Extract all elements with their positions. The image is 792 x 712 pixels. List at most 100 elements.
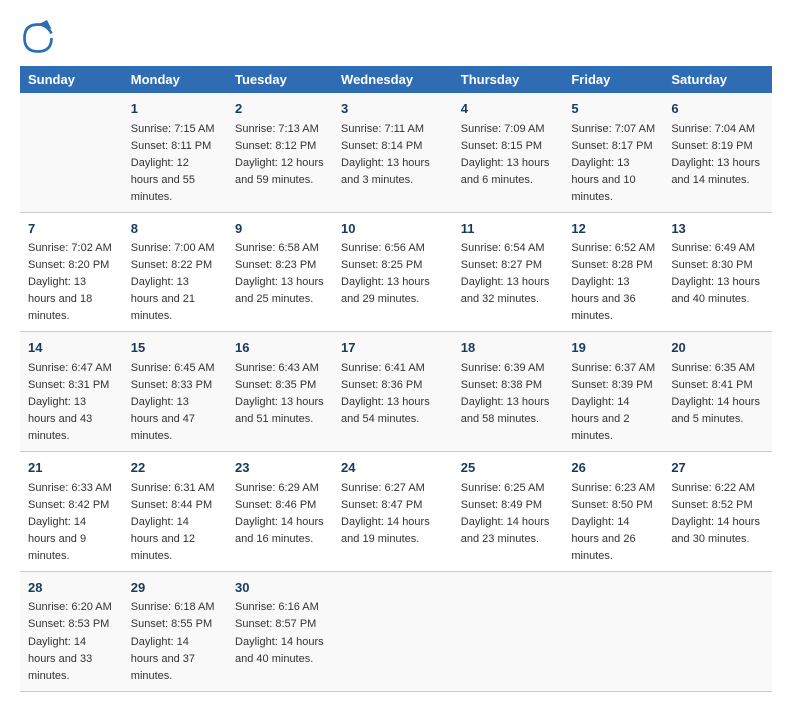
day-number: 10	[341, 219, 445, 239]
calendar-cell: 18Sunrise: 6:39 AMSunset: 8:38 PMDayligh…	[453, 332, 564, 452]
day-number: 7	[28, 219, 115, 239]
calendar-cell: 9Sunrise: 6:58 AMSunset: 8:23 PMDaylight…	[227, 212, 333, 332]
day-info: Sunrise: 6:27 AMSunset: 8:47 PMDaylight:…	[341, 480, 445, 548]
calendar-cell: 11Sunrise: 6:54 AMSunset: 8:27 PMDayligh…	[453, 212, 564, 332]
day-info: Sunrise: 6:39 AMSunset: 8:38 PMDaylight:…	[461, 360, 556, 428]
calendar-cell: 28Sunrise: 6:20 AMSunset: 8:53 PMDayligh…	[20, 571, 123, 691]
calendar-cell: 6Sunrise: 7:04 AMSunset: 8:19 PMDaylight…	[663, 93, 772, 212]
calendar-cell: 26Sunrise: 6:23 AMSunset: 8:50 PMDayligh…	[563, 452, 663, 572]
calendar-table: SundayMondayTuesdayWednesdayThursdayFrid…	[20, 66, 772, 692]
day-info: Sunrise: 6:18 AMSunset: 8:55 PMDaylight:…	[131, 599, 219, 684]
day-info: Sunrise: 6:54 AMSunset: 8:27 PMDaylight:…	[461, 240, 556, 308]
calendar-week-row: 21Sunrise: 6:33 AMSunset: 8:42 PMDayligh…	[20, 452, 772, 572]
day-number: 22	[131, 458, 219, 478]
day-number: 26	[571, 458, 655, 478]
day-info: Sunrise: 7:02 AMSunset: 8:20 PMDaylight:…	[28, 240, 115, 325]
column-header-sunday: Sunday	[20, 66, 123, 93]
day-info: Sunrise: 7:09 AMSunset: 8:15 PMDaylight:…	[461, 121, 556, 189]
day-info: Sunrise: 6:45 AMSunset: 8:33 PMDaylight:…	[131, 360, 219, 445]
calendar-cell	[20, 93, 123, 212]
day-info: Sunrise: 6:43 AMSunset: 8:35 PMDaylight:…	[235, 360, 325, 428]
calendar-cell	[333, 571, 453, 691]
day-number: 24	[341, 458, 445, 478]
day-info: Sunrise: 6:23 AMSunset: 8:50 PMDaylight:…	[571, 480, 655, 565]
day-number: 2	[235, 99, 325, 119]
day-number: 28	[28, 578, 115, 598]
day-info: Sunrise: 6:56 AMSunset: 8:25 PMDaylight:…	[341, 240, 445, 308]
calendar-week-row: 1Sunrise: 7:15 AMSunset: 8:11 PMDaylight…	[20, 93, 772, 212]
column-header-monday: Monday	[123, 66, 227, 93]
day-number: 19	[571, 338, 655, 358]
calendar-cell: 20Sunrise: 6:35 AMSunset: 8:41 PMDayligh…	[663, 332, 772, 452]
calendar-cell: 22Sunrise: 6:31 AMSunset: 8:44 PMDayligh…	[123, 452, 227, 572]
logo-icon	[20, 20, 56, 56]
day-info: Sunrise: 6:16 AMSunset: 8:57 PMDaylight:…	[235, 599, 325, 667]
calendar-cell	[663, 571, 772, 691]
calendar-cell: 5Sunrise: 7:07 AMSunset: 8:17 PMDaylight…	[563, 93, 663, 212]
calendar-cell: 16Sunrise: 6:43 AMSunset: 8:35 PMDayligh…	[227, 332, 333, 452]
day-number: 18	[461, 338, 556, 358]
day-number: 12	[571, 219, 655, 239]
day-number: 3	[341, 99, 445, 119]
day-info: Sunrise: 6:25 AMSunset: 8:49 PMDaylight:…	[461, 480, 556, 548]
day-number: 23	[235, 458, 325, 478]
calendar-cell: 30Sunrise: 6:16 AMSunset: 8:57 PMDayligh…	[227, 571, 333, 691]
day-info: Sunrise: 6:35 AMSunset: 8:41 PMDaylight:…	[671, 360, 764, 428]
logo	[20, 20, 60, 56]
calendar-header-row: SundayMondayTuesdayWednesdayThursdayFrid…	[20, 66, 772, 93]
day-info: Sunrise: 6:52 AMSunset: 8:28 PMDaylight:…	[571, 240, 655, 325]
calendar-cell: 12Sunrise: 6:52 AMSunset: 8:28 PMDayligh…	[563, 212, 663, 332]
calendar-week-row: 28Sunrise: 6:20 AMSunset: 8:53 PMDayligh…	[20, 571, 772, 691]
calendar-cell: 14Sunrise: 6:47 AMSunset: 8:31 PMDayligh…	[20, 332, 123, 452]
calendar-cell: 29Sunrise: 6:18 AMSunset: 8:55 PMDayligh…	[123, 571, 227, 691]
calendar-cell: 13Sunrise: 6:49 AMSunset: 8:30 PMDayligh…	[663, 212, 772, 332]
calendar-cell: 8Sunrise: 7:00 AMSunset: 8:22 PMDaylight…	[123, 212, 227, 332]
calendar-cell: 7Sunrise: 7:02 AMSunset: 8:20 PMDaylight…	[20, 212, 123, 332]
calendar-week-row: 7Sunrise: 7:02 AMSunset: 8:20 PMDaylight…	[20, 212, 772, 332]
calendar-cell: 10Sunrise: 6:56 AMSunset: 8:25 PMDayligh…	[333, 212, 453, 332]
calendar-week-row: 14Sunrise: 6:47 AMSunset: 8:31 PMDayligh…	[20, 332, 772, 452]
calendar-cell: 4Sunrise: 7:09 AMSunset: 8:15 PMDaylight…	[453, 93, 564, 212]
day-number: 16	[235, 338, 325, 358]
day-number: 25	[461, 458, 556, 478]
day-number: 4	[461, 99, 556, 119]
calendar-cell: 3Sunrise: 7:11 AMSunset: 8:14 PMDaylight…	[333, 93, 453, 212]
day-number: 17	[341, 338, 445, 358]
day-info: Sunrise: 6:33 AMSunset: 8:42 PMDaylight:…	[28, 480, 115, 565]
day-info: Sunrise: 6:20 AMSunset: 8:53 PMDaylight:…	[28, 599, 115, 684]
day-info: Sunrise: 6:41 AMSunset: 8:36 PMDaylight:…	[341, 360, 445, 428]
day-number: 20	[671, 338, 764, 358]
day-info: Sunrise: 6:58 AMSunset: 8:23 PMDaylight:…	[235, 240, 325, 308]
day-info: Sunrise: 7:07 AMSunset: 8:17 PMDaylight:…	[571, 121, 655, 206]
column-header-wednesday: Wednesday	[333, 66, 453, 93]
day-number: 27	[671, 458, 764, 478]
day-number: 5	[571, 99, 655, 119]
calendar-cell	[453, 571, 564, 691]
calendar-cell: 21Sunrise: 6:33 AMSunset: 8:42 PMDayligh…	[20, 452, 123, 572]
day-info: Sunrise: 6:37 AMSunset: 8:39 PMDaylight:…	[571, 360, 655, 445]
column-header-thursday: Thursday	[453, 66, 564, 93]
day-info: Sunrise: 6:47 AMSunset: 8:31 PMDaylight:…	[28, 360, 115, 445]
calendar-cell: 15Sunrise: 6:45 AMSunset: 8:33 PMDayligh…	[123, 332, 227, 452]
day-number: 29	[131, 578, 219, 598]
day-number: 30	[235, 578, 325, 598]
calendar-cell: 1Sunrise: 7:15 AMSunset: 8:11 PMDaylight…	[123, 93, 227, 212]
day-info: Sunrise: 7:15 AMSunset: 8:11 PMDaylight:…	[131, 121, 219, 206]
calendar-cell	[563, 571, 663, 691]
day-info: Sunrise: 6:31 AMSunset: 8:44 PMDaylight:…	[131, 480, 219, 565]
day-number: 14	[28, 338, 115, 358]
calendar-cell: 17Sunrise: 6:41 AMSunset: 8:36 PMDayligh…	[333, 332, 453, 452]
day-info: Sunrise: 6:49 AMSunset: 8:30 PMDaylight:…	[671, 240, 764, 308]
day-info: Sunrise: 7:04 AMSunset: 8:19 PMDaylight:…	[671, 121, 764, 189]
day-number: 15	[131, 338, 219, 358]
column-header-tuesday: Tuesday	[227, 66, 333, 93]
day-number: 13	[671, 219, 764, 239]
day-info: Sunrise: 7:11 AMSunset: 8:14 PMDaylight:…	[341, 121, 445, 189]
day-number: 21	[28, 458, 115, 478]
day-number: 6	[671, 99, 764, 119]
calendar-cell: 23Sunrise: 6:29 AMSunset: 8:46 PMDayligh…	[227, 452, 333, 572]
day-number: 9	[235, 219, 325, 239]
calendar-cell: 24Sunrise: 6:27 AMSunset: 8:47 PMDayligh…	[333, 452, 453, 572]
calendar-cell: 19Sunrise: 6:37 AMSunset: 8:39 PMDayligh…	[563, 332, 663, 452]
day-info: Sunrise: 7:00 AMSunset: 8:22 PMDaylight:…	[131, 240, 219, 325]
